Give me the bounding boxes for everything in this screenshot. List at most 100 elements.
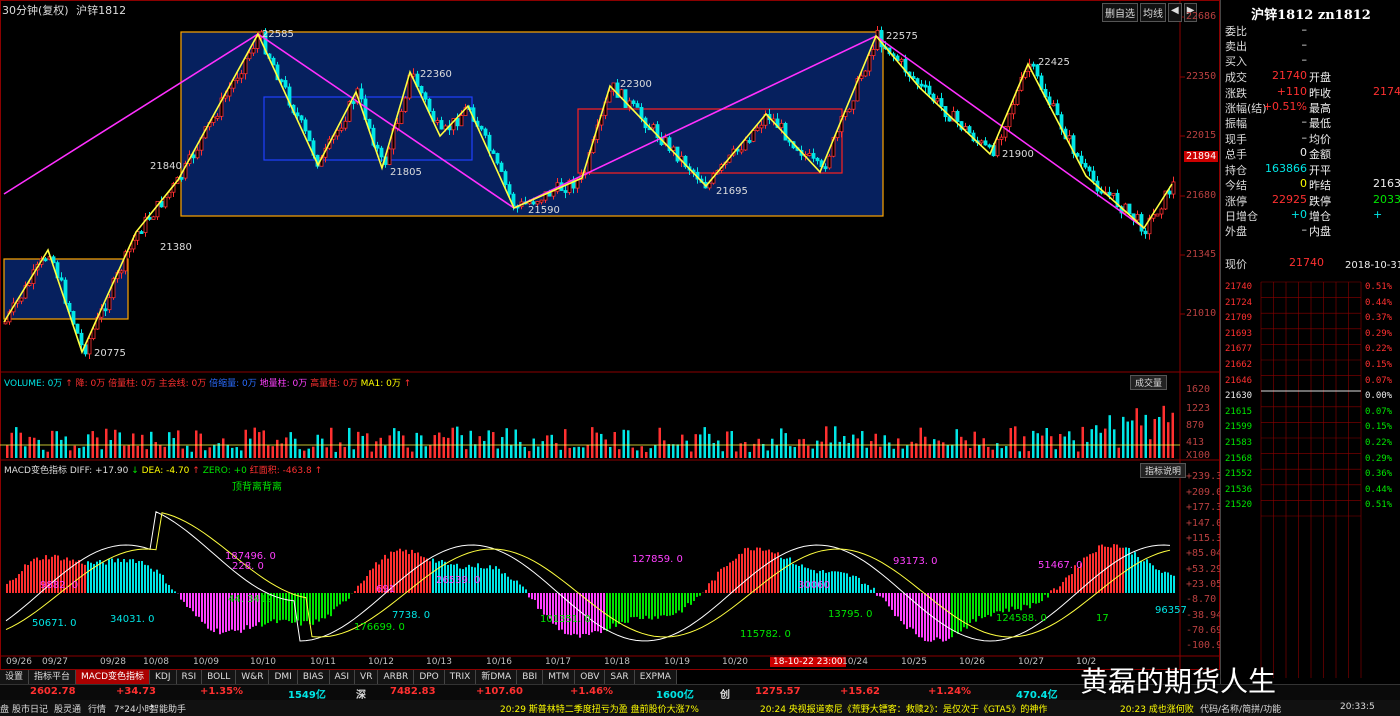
tab-macd[interactable]: MACD变色指标 [76,670,151,684]
volume-bar [1162,405,1165,458]
macd-label: 34031. 0 [110,614,155,625]
remove-favorite-button[interactable]: 删自选 [1102,3,1138,22]
volume-bar [1045,428,1048,458]
macd-bar [789,557,791,593]
volume-bar [987,446,990,458]
tab-bbi[interactable]: BBI [517,670,544,684]
candle-body [551,190,556,197]
tab-dpo[interactable]: DPO [414,670,445,684]
candle-body [103,308,108,312]
chart-area[interactable]: 30分钟(复权) 沪锌1812 删自选 均线 ◀ ▶ 22686 22350 2… [0,0,1223,700]
volume-bar [1077,451,1080,458]
news-item[interactable]: 代码/名称/简拼/功能 [1200,702,1281,715]
tab-arbr[interactable]: ARBR [378,670,415,684]
macd-bar [132,559,134,593]
macd-bar [969,593,971,623]
volume-bar [51,430,54,458]
macd-bar [651,593,653,620]
tab-sar[interactable]: SAR [605,670,635,684]
volume-bar [735,451,738,458]
candle-body [1159,208,1164,215]
macd-bar [1035,593,1037,604]
macd-bar [1005,593,1007,609]
tab-obv[interactable]: OBV [575,670,606,684]
vol-item: ↑ [403,379,412,389]
ladder-ratio: 0.22% [1365,344,1393,355]
volume-bar [604,439,607,458]
quote-panel: 沪锌1812 zn1812 委比 – 卖出 – 买入 – 成交 21740 开盘 涨跌 +110 昨收… [1220,0,1400,684]
volume-bar [762,443,765,458]
volume-bar [60,439,63,458]
quote-label: 总手 [1225,148,1247,161]
news-item[interactable]: 股灵通 [54,702,81,715]
candle-body [75,323,80,334]
news-item[interactable]: 智能助手 [150,702,186,715]
news-item[interactable]: 股市日记 [12,702,48,715]
news-item[interactable]: 行情 [88,702,106,715]
ladder-price: 21740 [1225,282,1253,292]
indicator-help-button[interactable]: 指标说明 [1140,463,1187,478]
news-item[interactable]: 盘 [0,702,9,715]
volume-bar [1144,414,1147,458]
ticker-item: 7482.83 [390,686,436,697]
volume-bar [856,438,859,458]
tab-dma[interactable]: 新DMA [476,670,518,684]
swing-label-21380: 21380 [160,242,192,253]
ladder-price: 21677 [1225,344,1253,355]
macd-bar [1014,593,1016,610]
macd-bar [1008,593,1010,612]
macd-bar [1053,588,1055,593]
candle-body [927,85,932,95]
tab-mtm[interactable]: MTM [543,670,576,684]
macd-bar [174,591,176,593]
ma-button[interactable]: 均线 [1140,3,1166,22]
tab-asi[interactable]: ASI [329,670,356,684]
macd-bar [543,593,545,615]
ladder-price: 21583 [1225,438,1253,448]
macd-bar [765,550,767,593]
volume-bar [465,449,468,458]
tab-trix[interactable]: TRIX [444,670,477,684]
chart-canvas[interactable] [0,0,1220,670]
macd-bar [696,593,698,597]
macd-bar [771,552,773,593]
tab-boll[interactable]: BOLL [202,670,237,684]
macd-bar [873,587,875,593]
tab-rsi[interactable]: RSI [176,670,203,684]
macd-axis-label: +53.29 [1186,564,1223,575]
macd-bar [915,593,917,635]
tab-[interactable]: 设置 [0,670,30,684]
volume-bar [397,431,400,458]
prev-button[interactable]: ◀ [1168,3,1182,22]
tab-expma[interactable]: EXPMA [634,670,677,684]
macd-bar [795,564,797,593]
time-tick: 10/19 [664,657,690,667]
volume-bar [1054,449,1057,458]
macd-bar [747,547,749,593]
tab-bias[interactable]: BIAS [297,670,330,684]
tab-dmi[interactable]: DMI [269,670,298,684]
candle-body [283,80,288,88]
macd-label: 101351. 0 [540,614,591,625]
macd-bar [648,593,650,619]
volume-bar [42,449,45,458]
tab-wr[interactable]: W&R [236,670,270,684]
macd-bar [978,593,980,617]
candle-body [1139,214,1144,232]
macd-bar [330,593,332,617]
tab-vr[interactable]: VR [355,670,379,684]
watermark: 黄磊的期货人生 [1080,665,1277,698]
macd-bar [78,559,80,593]
candle-body [1051,103,1056,107]
tab-kdj[interactable]: KDJ [150,670,177,684]
tab-[interactable]: 指标平台 [29,670,77,684]
vol-item: 降: 0万 [75,379,106,389]
macd-bar [1059,586,1061,593]
macd-bar [1164,571,1166,593]
news-item[interactable]: 7*24小时 [114,702,154,715]
candle-body [107,297,112,311]
macd-bar [894,593,896,617]
macd-bar [153,571,155,593]
volume-indicator-button[interactable]: 成交量 [1130,375,1168,390]
candle-body [1083,162,1088,168]
